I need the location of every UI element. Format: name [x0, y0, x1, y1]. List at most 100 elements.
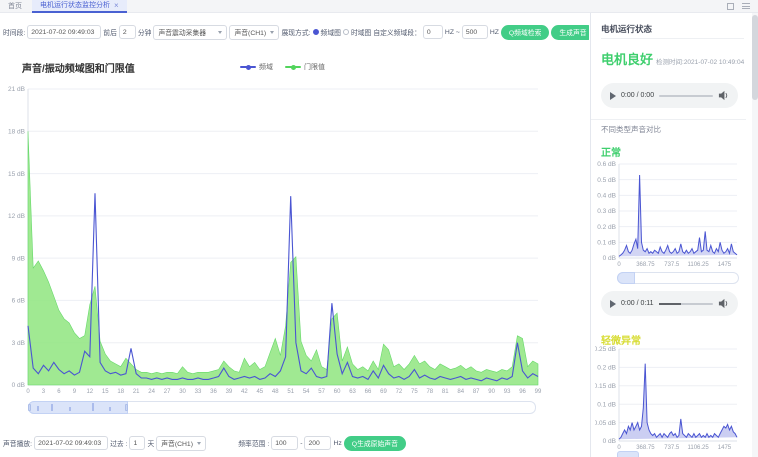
svg-text:30: 30: [179, 389, 186, 395]
svg-text:51: 51: [287, 389, 294, 395]
svg-text:18 dB: 18 dB: [8, 128, 25, 135]
svg-text:1106.25: 1106.25: [687, 445, 709, 451]
radio-frequency-label: 频域图: [321, 27, 341, 37]
svg-text:12 dB: 12 dB: [8, 213, 25, 220]
fullscreen-icon[interactable]: [727, 3, 734, 10]
sample-datazoom-track[interactable]: [617, 272, 739, 284]
time-input[interactable]: [27, 25, 101, 39]
range-separator: -: [300, 440, 302, 447]
playback-channel-value: 声音(CH1): [161, 438, 194, 448]
motor-status: 电机良好 检测时间:2021-07-02 10:49:04: [601, 49, 744, 68]
svg-text:21: 21: [133, 389, 140, 395]
progress-bar[interactable]: [659, 303, 713, 305]
radio-frequency-domain[interactable]: 频域图: [313, 27, 341, 37]
band-to-input[interactable]: [462, 25, 488, 39]
play-icon[interactable]: [610, 92, 616, 100]
svg-text:6 dB: 6 dB: [12, 298, 25, 305]
search-spectrum-button[interactable]: Q频域检索: [501, 25, 549, 40]
svg-text:21 dB: 21 dB: [8, 86, 25, 93]
channel-select[interactable]: 声音(CH1): [229, 25, 279, 40]
svg-text:368.75: 368.75: [636, 262, 655, 268]
volume-icon[interactable]: [718, 298, 729, 309]
band-from-input[interactable]: [423, 25, 443, 39]
tab-motor-monitor[interactable]: 电机运行状态监控分析 ×: [32, 0, 127, 13]
svg-text:15: 15: [102, 389, 109, 395]
menu-icon[interactable]: [742, 3, 750, 9]
volume-icon[interactable]: [718, 90, 729, 101]
svg-text:737.5: 737.5: [664, 262, 680, 268]
chart-title: 声音/振动频域图和门限值: [22, 60, 135, 75]
datazoom-slider[interactable]: [28, 401, 536, 414]
svg-text:6: 6: [57, 389, 61, 395]
scrollbar[interactable]: [752, 13, 758, 457]
legend-label: 频域: [259, 62, 273, 72]
svg-text:0.1 dB: 0.1 dB: [597, 240, 616, 247]
legend-label: 门限值: [304, 62, 325, 72]
play-label: 声音播放:: [3, 438, 32, 448]
svg-text:87: 87: [473, 389, 480, 395]
range-to-input[interactable]: [304, 436, 331, 450]
svg-text:81: 81: [442, 389, 449, 395]
band-unit: HZ: [490, 29, 499, 36]
legend-item-threshold[interactable]: 门限值: [285, 62, 325, 72]
generate-raw-sound-button[interactable]: Q生成原始声音: [344, 436, 406, 451]
svg-text:0.05 dB: 0.05 dB: [595, 420, 616, 427]
main-panel: 时间段: 前后 分钟 声音震动采集器 声音(CH1) 展现方式: 频域图 时域图: [0, 13, 590, 457]
range-unit: Hz: [333, 440, 341, 447]
play-time-input[interactable]: [34, 436, 108, 450]
svg-text:36: 36: [210, 389, 217, 395]
svg-text:368.75: 368.75: [636, 445, 655, 451]
custom-band-label: 自定义频域段：: [373, 27, 421, 37]
collector-select[interactable]: 声音震动采集器: [153, 25, 227, 40]
svg-text:96: 96: [519, 389, 526, 395]
player-time: 0:00 / 0:11: [621, 300, 654, 307]
svg-text:9: 9: [73, 389, 77, 395]
radio-time-domain[interactable]: 时域图: [343, 27, 371, 37]
normal-sample-chart[interactable]: 0.6 dB0.5 dB0.4 dB0.3 dB0.2 dB0.1 dB0 dB…: [595, 160, 745, 270]
radio-unselected-icon: [343, 29, 349, 35]
scrollbar-thumb[interactable]: [752, 15, 758, 100]
nav-home[interactable]: 首页: [8, 1, 22, 11]
playback-channel-select[interactable]: 声音(CH1): [156, 436, 206, 451]
day-label: 天: [147, 438, 154, 448]
legend-item-frequency[interactable]: 频域: [240, 62, 273, 72]
svg-text:1475: 1475: [718, 262, 732, 268]
svg-text:99: 99: [535, 389, 542, 395]
compare-section-title: 不同类型声音对比: [601, 124, 661, 135]
player-time: 0:00 / 0:00: [621, 92, 654, 99]
svg-text:0 dB: 0 dB: [603, 255, 616, 262]
channel-select-value: 声音(CH1): [234, 27, 267, 37]
past-days-input[interactable]: [129, 436, 145, 450]
play-icon[interactable]: [610, 300, 616, 308]
sample-datazoom-stub[interactable]: [617, 451, 639, 457]
sample-datazoom-selection[interactable]: [617, 272, 635, 284]
range-from-input[interactable]: [271, 436, 298, 450]
svg-text:18: 18: [117, 389, 124, 395]
progress-bar[interactable]: [659, 95, 713, 97]
svg-text:72: 72: [396, 389, 403, 395]
mild-abnormal-chart[interactable]: 0.25 dB0.2 dB0.15 dB0.1 dB0.05 dB0 dB036…: [595, 345, 745, 453]
datazoom-selection[interactable]: [28, 401, 128, 414]
band-separator: HZ ~: [445, 29, 460, 36]
svg-text:24: 24: [148, 389, 155, 395]
spectrum-threshold-chart[interactable]: 21 dB18 dB15 dB12 dB9 dB6 dB3 dB0 dB0369…: [2, 83, 550, 399]
sample-datazoom-slider[interactable]: [617, 272, 739, 284]
svg-text:15 dB: 15 dB: [8, 171, 25, 178]
close-icon[interactable]: ×: [114, 1, 119, 10]
svg-text:63: 63: [349, 389, 356, 395]
range-label: 频率范围 :: [238, 438, 269, 448]
generate-sound-button[interactable]: 生成声音: [551, 25, 589, 40]
brush-handle-right[interactable]: [125, 404, 128, 411]
svg-text:0: 0: [26, 389, 30, 395]
around-label: 前后: [103, 27, 117, 37]
svg-text:0 dB: 0 dB: [603, 438, 616, 445]
svg-text:45: 45: [256, 389, 263, 395]
chevron-down-icon: [197, 442, 201, 445]
svg-text:0.15 dB: 0.15 dB: [595, 383, 616, 390]
svg-text:90: 90: [488, 389, 495, 395]
legend-marker-icon: [240, 66, 256, 68]
around-minutes-input[interactable]: [119, 25, 136, 39]
svg-text:48: 48: [272, 389, 279, 395]
brush-handle-left[interactable]: [28, 404, 31, 411]
query-toolbar: 时间段: 前后 分钟 声音震动采集器 声音(CH1) 展现方式: 频域图 时域图: [3, 22, 589, 42]
